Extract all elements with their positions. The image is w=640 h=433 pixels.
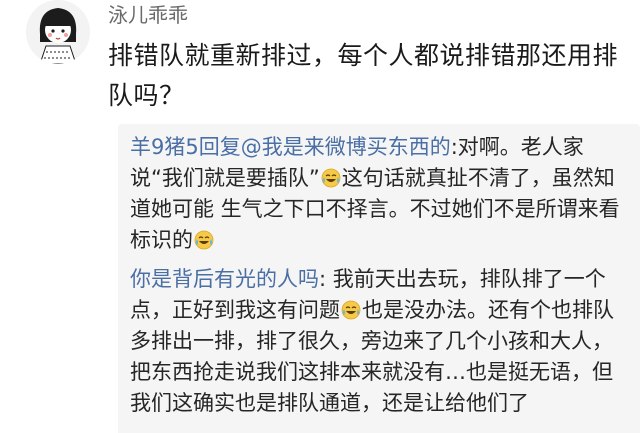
comment-text: 排错队就重新排过，每个人都说排错那还用排队吗？ (108, 41, 619, 110)
reply-item[interactable]: 羊9猪5回复@我是来微博买东西的:对啊。老人家说“我们就是要插队” 这句话就真扯… (130, 132, 628, 256)
comment-card: 泳儿乖乖 排错队就重新排过，每个人都说排错那还用排队吗？ 羊9猪5回复@我是来微… (0, 0, 640, 433)
comment-username[interactable]: 泳儿乖乖 (108, 2, 188, 28)
reply-author[interactable]: 你是背后有光的人吗 (130, 267, 319, 291)
crying-laughing-emoji-icon (341, 300, 361, 320)
girl-cartoon-avatar-icon (26, 0, 90, 64)
avatar[interactable] (26, 0, 90, 64)
crying-laughing-emoji-icon (321, 168, 341, 188)
reply-author[interactable]: 羊9猪5回复 (130, 135, 241, 159)
reply-mention[interactable]: @我是来微博买东西的 (241, 135, 451, 159)
crying-laughing-emoji-icon (194, 230, 214, 250)
reply-thread[interactable]: 羊9猪5回复@我是来微博买东西的:对啊。老人家说“我们就是要插队” 这句话就真扯… (118, 124, 640, 433)
reply-item[interactable]: 你是背后有光的人吗: 我前天出去玩，排队排了一个点，正好到我这有问题 也是没办法… (130, 264, 628, 419)
